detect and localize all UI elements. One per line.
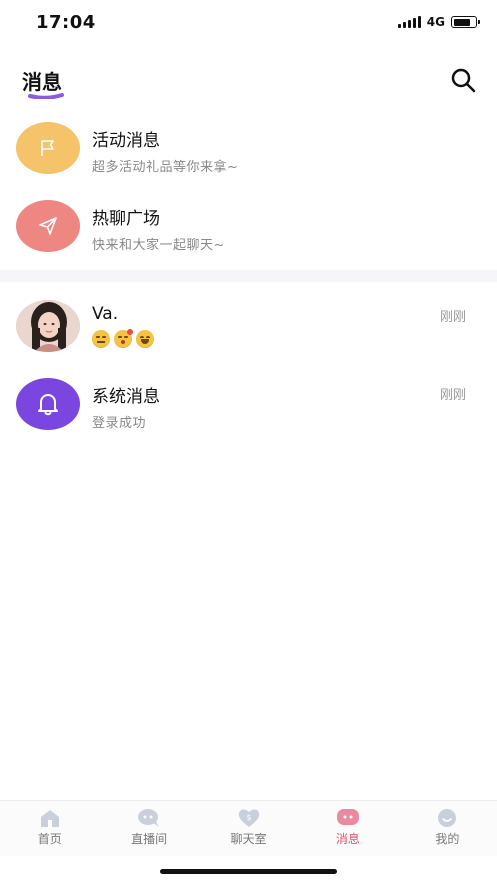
conversation-time: 刚刚 [439, 388, 466, 403]
hot-chat-avatar [16, 200, 80, 252]
bell-icon [38, 394, 58, 416]
user-photo [16, 300, 80, 352]
page-title: 消息 [22, 70, 62, 94]
message-preview [92, 329, 154, 348]
tab-label: 我的 [435, 832, 460, 846]
conversation-va[interactable]: Va. 刚刚 [0, 288, 497, 366]
title-underline [28, 93, 64, 99]
activity-avatar [16, 122, 80, 174]
tab-label: 消息 [335, 832, 360, 846]
conversation-time: 刚刚 [439, 310, 466, 325]
flag-icon [41, 140, 54, 156]
home-icon [38, 808, 62, 828]
status-bar: 17:04 4G [0, 0, 497, 50]
tab-label: 首页 [37, 832, 62, 846]
tab-bar: 首页 直播间 $ 聊天室 消息 我的 [0, 800, 497, 856]
heart-chat-icon: $ [237, 808, 261, 828]
item-subtitle: 快来和大家一起聊天~ [92, 238, 225, 253]
item-title: 活动消息 [92, 131, 160, 151]
battery-icon [451, 16, 480, 28]
live-chat-icon [137, 808, 161, 828]
svg-text:$: $ [246, 813, 251, 822]
message-icon [336, 808, 360, 828]
header: 消息 [0, 58, 497, 108]
system-avatar [16, 378, 80, 430]
search-button[interactable] [449, 66, 477, 94]
list-item-hot-chat[interactable]: 热聊广场 快来和大家一起聊天~ [0, 188, 497, 266]
battery-level [453, 18, 470, 26]
conversation-preview: 登录成功 [92, 416, 147, 431]
signal-icon [397, 16, 421, 28]
search-icon [451, 68, 476, 93]
tab-home[interactable]: 首页 [0, 801, 99, 856]
message-list: 活动消息 超多活动礼品等你来拿~ 热聊广场 快来和大家一起聊天~ Va. 刚刚 … [0, 110, 497, 444]
tab-live[interactable]: 直播间 [99, 801, 198, 856]
conversation-name: Va. [92, 304, 119, 324]
item-title: 热聊广场 [92, 209, 160, 229]
tab-label: 直播间 [131, 832, 168, 846]
tab-label: 聊天室 [230, 832, 267, 846]
kiss-emoji [114, 329, 133, 348]
tab-profile[interactable]: 我的 [398, 801, 497, 856]
item-subtitle: 超多活动礼品等你来拿~ [92, 160, 239, 175]
tab-chatroom[interactable]: $ 聊天室 [199, 801, 298, 856]
avatar [16, 300, 80, 352]
status-indicators: 4G [397, 15, 480, 29]
section-divider [0, 270, 497, 282]
send-icon [39, 217, 57, 235]
status-time: 17:04 [36, 12, 96, 33]
conversation-system[interactable]: 系统消息 刚刚 登录成功 [0, 366, 497, 444]
network-type: 4G [426, 15, 445, 29]
tab-messages[interactable]: 消息 [298, 801, 397, 856]
expressionless-emoji [92, 330, 110, 348]
laughing-emoji [136, 330, 154, 348]
home-indicator [160, 869, 337, 874]
conversation-name: 系统消息 [92, 387, 160, 407]
list-item-activity[interactable]: 活动消息 超多活动礼品等你来拿~ [0, 110, 497, 188]
profile-icon [435, 808, 459, 828]
